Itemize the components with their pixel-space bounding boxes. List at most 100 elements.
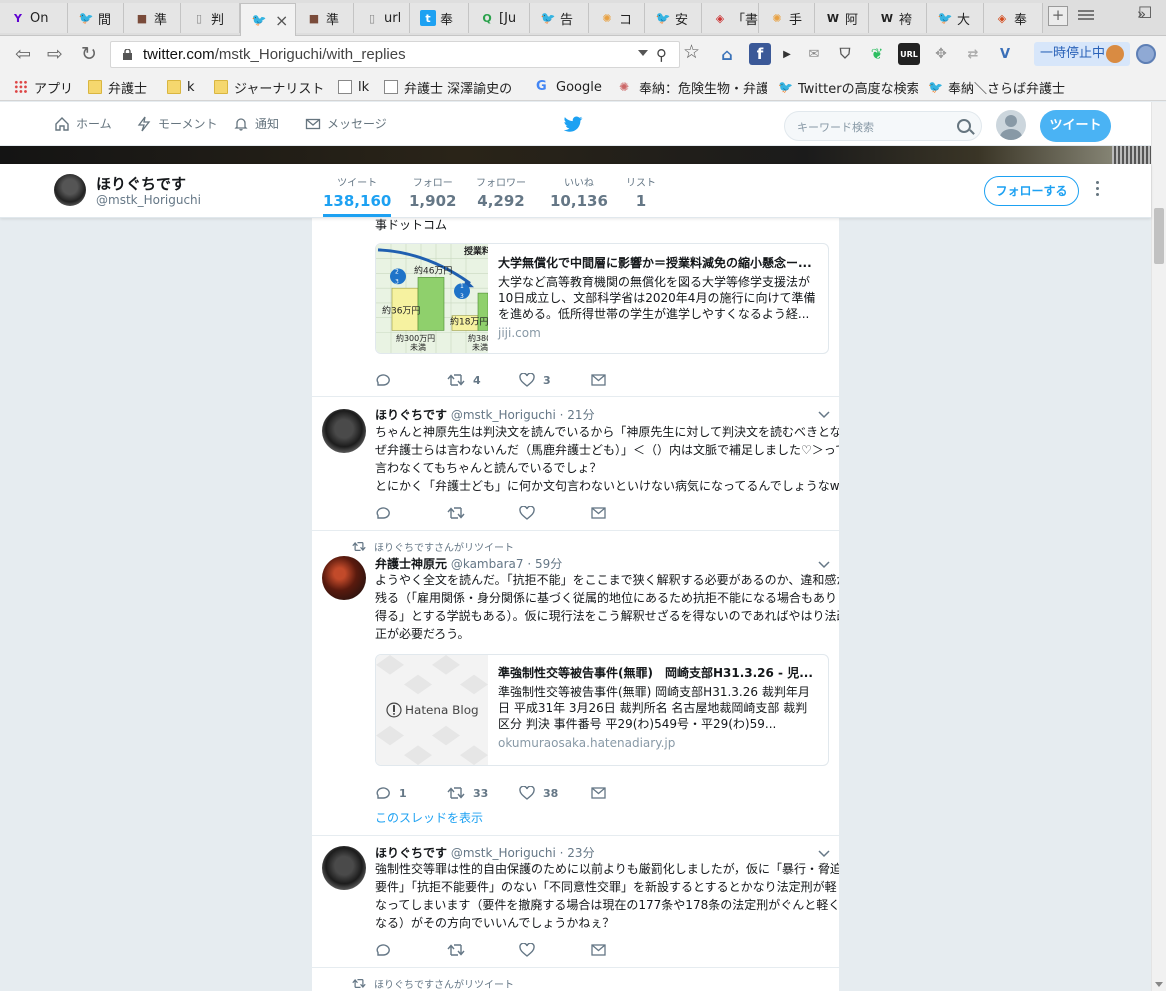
bookmark-star-icon[interactable]: ☆ [683,41,700,63]
bookmark-item[interactable]: ✺ 奉納：危険生物・弁護 [619,78,767,96]
tweet-author-name[interactable]: 弁護士神原元 [375,557,447,571]
tweet-avatar[interactable] [322,409,366,453]
card-title[interactable]: 準強制性交等被告事件(無罪) 岡崎支部H31.3.26 - 児... [498,664,820,681]
show-thread-link[interactable]: このスレッドを表示 [375,809,483,826]
bookmark-item[interactable]: 🐦 奉納＼さらば弁護士 [928,78,1065,96]
browser-tab[interactable]: ▯ 判 [181,3,240,33]
tweet-timestamp[interactable]: · 21分 [560,408,595,422]
browser-tab[interactable]: W阿 [815,3,869,33]
url-shortener-icon[interactable]: URL [898,43,920,65]
link-card[interactable]: Hatena Blog 準強制性交等被告事件(無罪) 岡崎支部H31.3.26 … [375,654,829,766]
bookmark-item[interactable]: k [167,78,195,96]
dm-button[interactable] [591,787,606,799]
nav-messages[interactable]: メッセージ [305,115,387,132]
browser-tab[interactable]: ◈ 「書 [702,3,759,33]
bookmark-ext-icon[interactable]: ⛉ [834,43,856,65]
dm-button[interactable] [591,507,606,519]
nav-notifications[interactable]: 通知 [233,115,279,132]
shuffle-icon[interactable]: ⇄ [962,43,984,65]
retweet-context[interactable]: ほりぐちですさんがリツイート [352,539,514,554]
sync-avatar-icon[interactable] [1106,45,1124,63]
browser-tab[interactable]: ◈ 奉 [984,3,1043,33]
search-icon[interactable] [957,119,971,133]
bookmark-item[interactable]: 弁護士 [88,78,147,96]
reply-button[interactable] [375,373,447,388]
forward-icon[interactable]: ⇨ [44,43,66,65]
browser-tab[interactable]: ✺ コ [589,3,645,33]
bookmark-item[interactable]: ジャーナリスト [214,78,324,96]
retweet-button[interactable]: 33 [447,786,519,800]
browser-tab[interactable]: 🐦 大 [927,3,984,33]
tweet-timestamp[interactable]: · 23分 [560,846,595,860]
like-button[interactable] [519,943,591,957]
evernote-icon[interactable]: ❦ [866,43,888,65]
reply-button[interactable] [375,506,447,521]
stat-following[interactable]: フォロー 1,902 [409,174,456,210]
retweet-context[interactable]: ほりぐちですさんがリツイート [352,976,514,991]
browser-tab[interactable]: 🐦 × [240,3,296,36]
browser-tab[interactable]: 🐦 安 [645,3,702,33]
tweet-avatar[interactable] [322,556,366,600]
tweet-item[interactable]: ほりぐちです @mstk_Horiguchi · 21分 ちゃんと神原先生は判決… [312,397,839,531]
zoom-icon[interactable]: ⚲ [656,46,667,64]
tweet-author-handle[interactable]: @kambara7 [451,557,524,571]
browser-tab[interactable]: W袴 [869,3,927,33]
browser-tab[interactable]: ■ 準 [296,3,354,33]
page-scrollbar[interactable] [1151,102,1166,991]
bookmark-item[interactable]: 🐦 Twitterの高度な検索 [778,78,918,96]
retweet-button[interactable]: 4 [447,373,519,387]
back-icon[interactable]: ⇦ [12,43,34,65]
tweet-author-handle[interactable]: @mstk_Horiguchi [451,846,556,860]
tweet-author-name[interactable]: ほりぐちです [375,846,447,860]
address-bar[interactable]: twitter.com/mstk_Horiguchi/with_replies … [110,41,680,68]
browser-tab[interactable]: Q [Ju [469,3,530,33]
profile-avatar[interactable] [54,174,86,206]
like-button[interactable] [519,506,591,520]
bookmark-item[interactable]: アプリ [14,78,73,96]
move-icon[interactable]: ✥ [930,43,952,65]
url-text[interactable]: twitter.com/mstk_Horiguchi/with_replies [143,46,406,63]
bookmark-item[interactable]: G Google [536,78,602,96]
twitter-bird-icon[interactable] [564,116,584,134]
retweet-button[interactable] [447,506,519,520]
nav-home[interactable]: ホーム [54,115,112,132]
tweet-timestamp[interactable]: · 59分 [527,557,562,571]
account-avatar[interactable] [996,110,1026,140]
link-card[interactable]: 2 3 1 3 授業料 約46万円 約36万円 約18万円 約300万円 未満 … [375,243,829,354]
dm-button[interactable] [591,374,606,386]
home-icon[interactable]: ⌂ [716,43,738,65]
stat-lists[interactable]: リスト 1 [626,174,656,210]
nav-moments[interactable]: モーメント [136,115,218,132]
arrow-right-icon[interactable]: ▶ [776,43,798,65]
card-title[interactable]: 大学無償化で中間層に影響か＝授業料減免の縮小懸念ー... [498,254,820,271]
profile-handle[interactable]: @mstk_Horiguchi [96,193,201,207]
like-button[interactable]: 38 [519,786,591,800]
scrollbar-thumb[interactable] [1154,208,1164,264]
bookmark-item[interactable]: 弁護士 深澤諭史の [384,78,512,96]
vivaldi-ext-icon[interactable]: V [994,43,1016,65]
new-tab-button[interactable]: + [1048,6,1068,26]
follow-button[interactable]: フォローする [984,176,1079,206]
browser-tab[interactable]: 🐦 告 [530,3,589,33]
compose-tweet-button[interactable]: ツイート [1040,110,1111,142]
like-button[interactable]: 3 [519,373,591,387]
stat-tweets[interactable]: ツイート 138,160 [323,174,392,217]
tab-list-menu-icon[interactable] [1078,8,1094,24]
tweet-avatar[interactable] [322,846,366,890]
mail-ext-icon[interactable]: ✉ [803,43,825,65]
reload-icon[interactable]: ↻ [78,43,100,65]
dm-button[interactable] [591,944,606,956]
more-options-icon[interactable] [1096,181,1100,199]
stat-followers[interactable]: フォロワー 4,292 [476,174,526,210]
reply-button[interactable]: 1 [375,786,447,801]
close-tab-icon[interactable]: × [275,11,288,30]
scroll-down-arrow-icon[interactable] [1155,982,1163,987]
tweet-item[interactable]: ほりぐちですさんがリツイート 弁護士神原元 @kambara7 · 59分 よう… [312,531,839,836]
browser-tab[interactable]: ✺ 手 [759,3,815,33]
stat-likes[interactable]: いいね 10,136 [550,174,608,210]
tweet-author-name[interactable]: ほりぐちです [375,408,447,422]
address-dropdown-icon[interactable] [638,50,648,56]
bookmarks-overflow-icon[interactable]: » [1137,5,1146,23]
tweet-item[interactable]: ほりぐちです @mstk_Horiguchi · 23分 強制性交等罪は性的自由… [312,836,839,968]
browser-tab[interactable]: 🐦 間 [68,3,124,33]
